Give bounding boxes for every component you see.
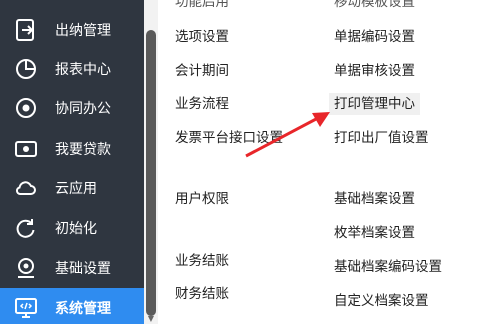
- sidebar-item-cloud-apps[interactable]: 云应用: [0, 168, 144, 208]
- sidebar-item-label: 出纳管理: [55, 23, 111, 39]
- sidebar: 出纳管理 报表中心 协同办公 我要贷款 云应用 初始化 基础设置 系统管理: [0, 0, 144, 324]
- menu-link-print-management[interactable]: 打印管理中心: [329, 93, 420, 115]
- menu-link-enum-archive[interactable]: 枚举档案设置: [334, 224, 415, 242]
- menu-link-archive-coding[interactable]: 基础档案编码设置: [334, 258, 442, 276]
- cloud-icon: [14, 176, 38, 200]
- menu-link-user-permissions[interactable]: 用户权限: [175, 190, 229, 208]
- menu-link-feature-enable[interactable]: 功能启用: [175, 0, 229, 11]
- menu-link-doc-numbering[interactable]: 单据编码设置: [334, 28, 415, 46]
- scroll-down-icon[interactable]: ▼: [146, 314, 156, 324]
- sidebar-item-basic-settings[interactable]: 基础设置: [0, 248, 144, 288]
- sidebar-item-label: 系统管理: [55, 301, 111, 317]
- menu-link-finance-closing[interactable]: 财务结账: [175, 285, 229, 303]
- money-icon: [14, 137, 38, 161]
- sidebar-item-label: 初始化: [55, 221, 97, 237]
- menu-link-custom-archive[interactable]: 自定义档案设置: [334, 292, 429, 310]
- pie-chart-icon: [14, 57, 38, 81]
- menu-link-options[interactable]: 选项设置: [175, 28, 229, 46]
- sidebar-item-reports[interactable]: 报表中心: [0, 49, 144, 89]
- menu-link-business-process[interactable]: 业务流程: [175, 95, 229, 113]
- menu-link-print-defaults[interactable]: 打印出厂值设置: [334, 129, 429, 147]
- sidebar-item-label: 报表中心: [55, 62, 111, 78]
- monitor-code-icon: [14, 296, 38, 320]
- menu-link-accounting-period[interactable]: 会计期间: [175, 62, 229, 80]
- sidebar-item-cashier[interactable]: 出纳管理: [0, 10, 144, 50]
- sidebar-scrollbar[interactable]: ▼: [144, 0, 158, 324]
- menu-link-mobile-template[interactable]: 移动模板设置: [334, 0, 415, 11]
- sidebar-item-label: 云应用: [55, 181, 97, 197]
- refresh-icon: [14, 216, 38, 240]
- sidebar-item-loan[interactable]: 我要贷款: [0, 129, 144, 169]
- scroll-thumb[interactable]: [146, 30, 156, 316]
- menu-link-invoice-interface[interactable]: 发票平台接口设置: [175, 129, 283, 147]
- menu-link-doc-approval[interactable]: 单据审核设置: [334, 62, 415, 80]
- sidebar-item-collaboration[interactable]: 协同办公: [0, 88, 144, 128]
- sidebar-item-system-management[interactable]: 系统管理: [0, 288, 144, 324]
- sidebar-item-initialize[interactable]: 初始化: [0, 208, 144, 248]
- menu-link-basic-archive[interactable]: 基础档案设置: [334, 190, 415, 208]
- menu-link-business-closing[interactable]: 业务结账: [175, 252, 229, 270]
- collaboration-icon: [14, 96, 38, 120]
- sidebar-item-label: 基础设置: [55, 261, 111, 277]
- sidebar-item-label: 我要贷款: [55, 142, 111, 158]
- settings-icon: [14, 256, 38, 280]
- cashier-icon: [14, 18, 38, 42]
- sidebar-item-label: 协同办公: [55, 101, 111, 117]
